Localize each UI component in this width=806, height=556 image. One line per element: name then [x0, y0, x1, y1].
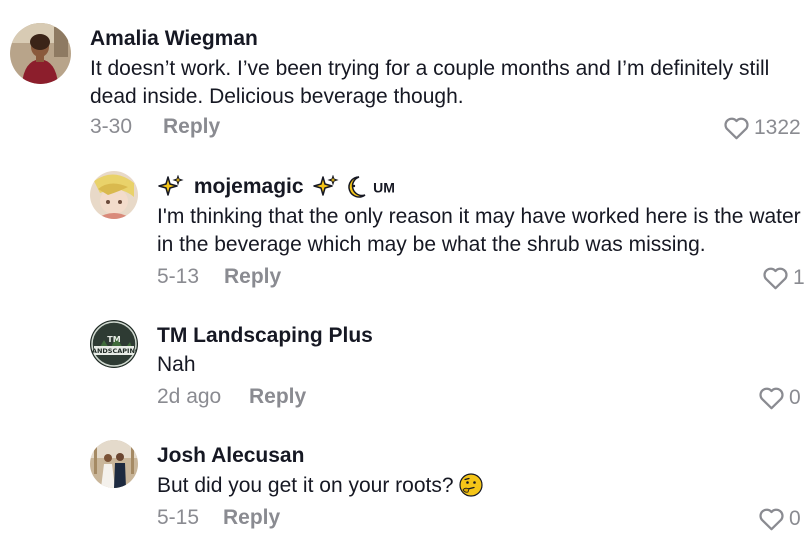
comment-list: Amalia Wiegman It doesn’t work. I’ve bee…	[0, 0, 806, 556]
comment-text: But did you get it on your roots?	[157, 472, 797, 500]
comment-date: 5-15	[157, 506, 200, 529]
heart-outline-icon	[759, 508, 784, 531]
thinking-face-emoji	[459, 473, 483, 497]
reply-button[interactable]: Reply	[223, 506, 280, 530]
avatar[interactable]	[90, 440, 138, 488]
like-button[interactable]: 0	[758, 506, 801, 531]
comment-text-label: But did you get it on your roots?	[157, 474, 454, 497]
comment-item: Josh Alecusan But did you get it on your…	[0, 0, 806, 556]
like-count: 0	[789, 506, 801, 530]
username[interactable]: Josh Alecusan	[157, 444, 304, 468]
wedding-couple-avatar-icon	[90, 440, 138, 488]
